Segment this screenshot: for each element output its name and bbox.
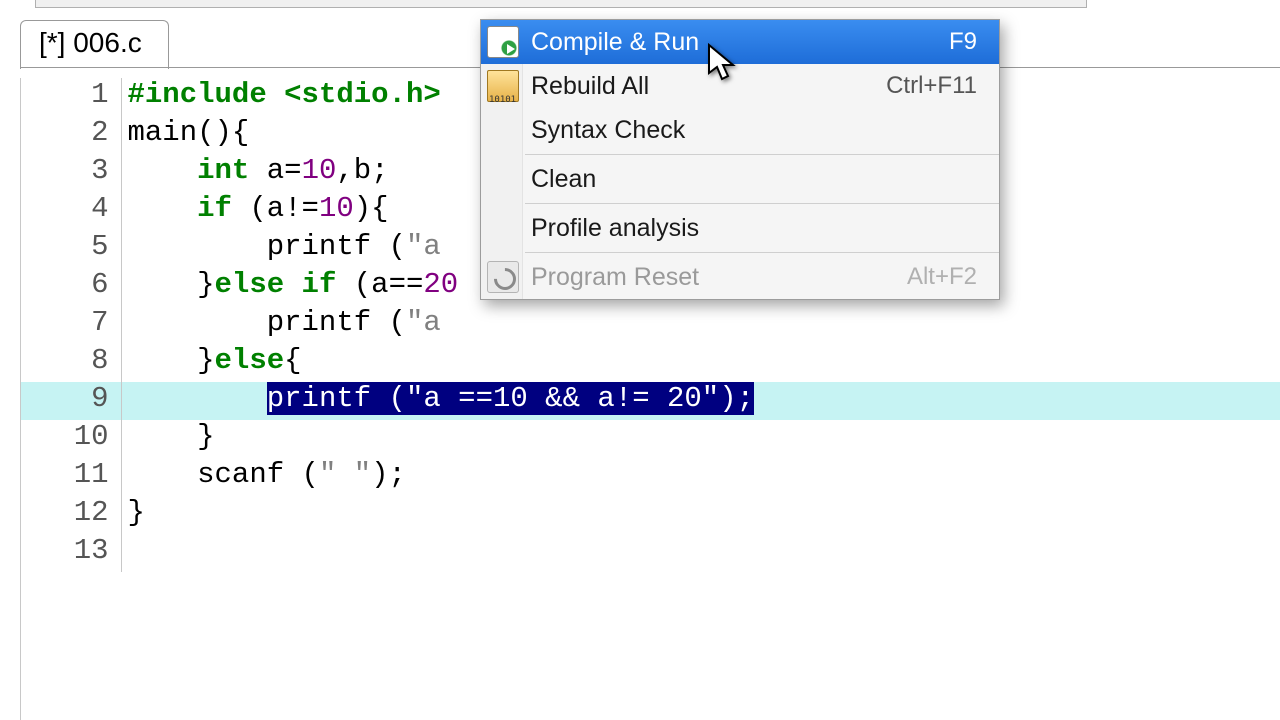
line-number: 10 [21, 420, 121, 458]
code-line[interactable] [121, 534, 1280, 572]
code-line[interactable]: } [121, 496, 1280, 534]
code-line[interactable]: printf ("a [121, 306, 1280, 344]
menu-item-syntax-check[interactable]: Syntax Check [481, 108, 999, 152]
menu-label: Syntax Check [531, 116, 977, 145]
menu-label: Rebuild All [531, 72, 886, 101]
file-tab[interactable]: [*] 006.c [20, 20, 169, 69]
line-number: 4 [21, 192, 121, 230]
menu-item-program-reset: Program ResetAlt+F2 [481, 255, 999, 299]
program-reset-icon [487, 261, 519, 293]
menu-label: Profile analysis [531, 214, 977, 243]
line-number: 3 [21, 154, 121, 192]
line-number: 12 [21, 496, 121, 534]
compile-run-icon [487, 26, 519, 58]
line-number: 13 [21, 534, 121, 572]
line-number: 5 [21, 230, 121, 268]
line-number: 6 [21, 268, 121, 306]
menu-label: Compile & Run [531, 28, 949, 57]
menu-item-profile[interactable]: Profile analysis [481, 206, 999, 250]
code-line[interactable]: printf ("a ==10 && a!= 20"); [121, 382, 1280, 420]
menu-item-rebuild-all[interactable]: Rebuild AllCtrl+F11 [481, 64, 999, 108]
line-number: 1 [21, 78, 121, 116]
menu-item-clean[interactable]: Clean [481, 157, 999, 201]
menu-separator [525, 203, 999, 204]
execute-context-menu: Compile & RunF9Rebuild AllCtrl+F11Syntax… [480, 19, 1000, 300]
line-number: 7 [21, 306, 121, 344]
toolbar-remnant [35, 0, 1087, 8]
line-number: 2 [21, 116, 121, 154]
line-number: 9 [21, 382, 121, 420]
rebuild-all-icon [487, 70, 519, 102]
menu-item-compile-run[interactable]: Compile & RunF9 [481, 20, 999, 64]
code-line[interactable]: scanf (" "); [121, 458, 1280, 496]
menu-shortcut: Ctrl+F11 [886, 72, 977, 100]
code-line[interactable]: } [121, 420, 1280, 458]
menu-separator [525, 252, 999, 253]
menu-shortcut: Alt+F2 [907, 263, 977, 291]
tab-bar: [*] 006.c [20, 18, 169, 68]
line-number: 11 [21, 458, 121, 496]
menu-separator [525, 154, 999, 155]
menu-label: Clean [531, 165, 977, 194]
menu-shortcut: F9 [949, 28, 977, 56]
menu-label: Program Reset [531, 263, 907, 292]
line-number: 8 [21, 344, 121, 382]
code-line[interactable]: }else{ [121, 344, 1280, 382]
